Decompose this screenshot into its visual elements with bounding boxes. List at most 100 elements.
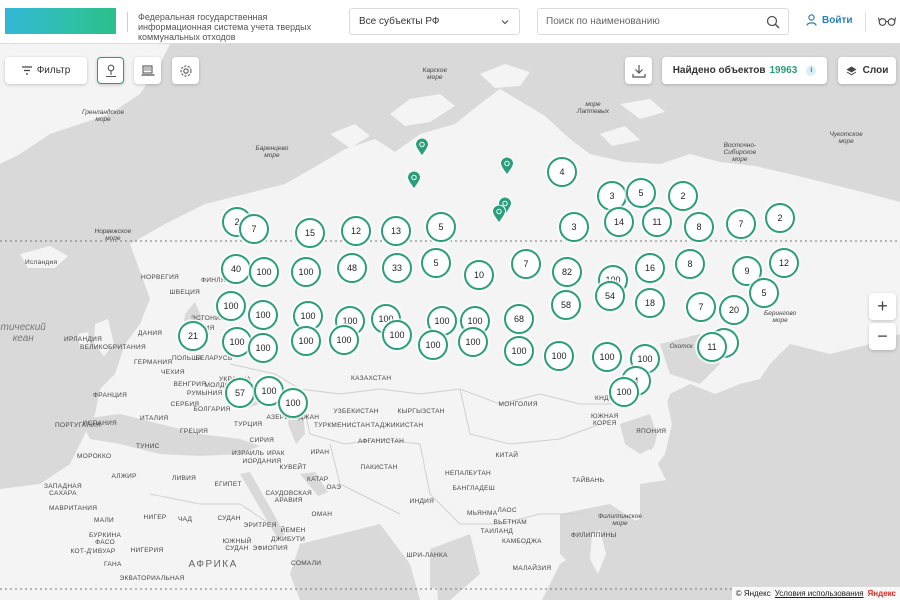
map-label: Исландия <box>25 258 58 266</box>
map-pin-icon[interactable] <box>500 157 514 176</box>
map-label: ИОРДАНИЯ <box>242 457 282 465</box>
object-cluster[interactable]: 57 <box>225 378 255 408</box>
routes-mode-button[interactable] <box>134 57 161 84</box>
object-cluster[interactable]: 40 <box>221 254 251 284</box>
map-label: ЗАПАДНАЯ САХАРА <box>44 483 82 497</box>
info-icon[interactable]: i <box>806 65 817 76</box>
object-cluster[interactable]: 16 <box>635 253 665 283</box>
object-cluster[interactable]: 100 <box>504 336 534 366</box>
map-pin-icon[interactable] <box>492 205 506 224</box>
object-cluster[interactable]: 68 <box>504 304 534 334</box>
object-cluster[interactable]: 4 <box>547 157 577 187</box>
download-button[interactable] <box>625 57 652 84</box>
object-cluster[interactable]: 3 <box>559 212 589 242</box>
objects-mode-button[interactable] <box>97 57 124 84</box>
object-cluster[interactable]: 100 <box>609 377 639 407</box>
search-input[interactable]: Поиск по наименованию <box>537 8 789 35</box>
object-cluster[interactable]: 100 <box>216 291 246 321</box>
terms-link[interactable]: Условия использования <box>775 589 864 598</box>
object-cluster[interactable]: 100 <box>222 327 252 357</box>
object-cluster[interactable]: 2 <box>668 181 698 211</box>
map-label: РУМЫНИЯ <box>187 389 223 397</box>
object-cluster[interactable]: 82 <box>552 257 582 287</box>
map-label: ВЕНГРИЯ <box>173 380 207 388</box>
object-cluster[interactable]: 100 <box>329 325 359 355</box>
map-label: МАЛИ <box>94 516 115 524</box>
map-label: КУВЕЙТ <box>279 463 307 471</box>
map-label: МОРОККО <box>77 452 112 460</box>
object-cluster[interactable]: 11 <box>697 332 727 362</box>
map-label: КАМБОДЖА <box>502 537 542 545</box>
zoom-out-button[interactable]: − <box>869 323 896 350</box>
map-label: море Лаптевых <box>577 101 610 115</box>
object-cluster[interactable]: 5 <box>626 178 656 208</box>
object-cluster[interactable]: 33 <box>382 253 412 283</box>
yandex-logo[interactable]: Яндекс <box>868 589 896 598</box>
object-cluster[interactable]: 14 <box>604 207 634 237</box>
object-cluster[interactable]: 100 <box>291 257 321 287</box>
object-cluster[interactable]: 10 <box>464 260 494 290</box>
object-cluster[interactable]: 11 <box>642 207 672 237</box>
region-select[interactable]: Все субъекты РФ <box>349 8 520 35</box>
object-cluster[interactable]: 54 <box>595 281 625 311</box>
app: Федеральная государственная информационн… <box>0 0 900 600</box>
object-cluster[interactable]: 100 <box>248 333 278 363</box>
map-label: САУДОВСКАЯ АРАВИЯ <box>265 490 313 504</box>
object-cluster[interactable]: 100 <box>248 300 278 330</box>
object-cluster[interactable]: 7 <box>239 214 269 244</box>
object-cluster[interactable]: 100 <box>249 257 279 287</box>
map-label: БУТАН <box>468 469 492 477</box>
object-cluster[interactable]: 100 <box>458 327 488 357</box>
object-cluster[interactable]: 100 <box>418 330 448 360</box>
filter-button[interactable]: Фильтр <box>5 57 87 84</box>
object-cluster[interactable]: 5 <box>426 212 456 242</box>
map-copyright: © Яндекс Условия использования Яндекс <box>731 587 900 600</box>
object-cluster[interactable]: 8 <box>675 249 705 279</box>
map-pin-icon[interactable] <box>407 171 421 190</box>
map-label: ИРАН <box>310 448 330 456</box>
object-cluster[interactable]: 7 <box>726 209 756 239</box>
object-cluster[interactable]: 100 <box>291 326 321 356</box>
map-label: ФРАНЦИЯ <box>93 391 128 399</box>
object-cluster[interactable]: 12 <box>769 248 799 278</box>
map-label: ВЬЕТНАМ <box>493 518 527 526</box>
object-cluster[interactable]: 2 <box>765 203 795 233</box>
object-cluster[interactable]: 48 <box>337 253 367 283</box>
object-cluster[interactable]: 7 <box>686 292 716 322</box>
map-label: ИРАК <box>267 449 285 457</box>
object-cluster[interactable]: 8 <box>684 212 714 242</box>
object-cluster[interactable]: 100 <box>544 341 574 371</box>
map-label: МОНГОЛИЯ <box>498 400 538 408</box>
object-cluster[interactable]: 100 <box>592 342 622 372</box>
settings-button[interactable] <box>172 57 199 84</box>
map-label: КОТ-Д'ИВУАР <box>70 547 116 555</box>
object-cluster[interactable]: 12 <box>341 216 371 246</box>
object-cluster[interactable]: 5 <box>749 278 779 308</box>
object-cluster[interactable]: 18 <box>635 288 665 318</box>
map-area[interactable]: Карское море Гренландское море Баренцево море… <box>0 44 900 600</box>
object-cluster[interactable]: 100 <box>278 388 308 418</box>
login-button[interactable]: Войти <box>806 14 853 26</box>
object-cluster[interactable]: 15 <box>295 218 325 248</box>
layers-button[interactable]: Слои <box>838 57 896 84</box>
object-cluster[interactable]: 13 <box>381 216 411 246</box>
map-label: БАНГЛАДЕШ <box>452 484 496 492</box>
object-cluster[interactable]: 100 <box>382 320 412 350</box>
object-cluster[interactable]: 21 <box>178 321 208 351</box>
map-label: ИРЛАНДИЯ <box>64 335 103 343</box>
map-label: ЧАД <box>178 515 193 523</box>
search-icon[interactable] <box>766 15 780 29</box>
object-cluster[interactable]: 7 <box>511 249 541 279</box>
map-label: Охотск <box>669 342 693 350</box>
zoom-in-button[interactable]: + <box>869 293 896 320</box>
glasses-icon[interactable] <box>878 15 896 27</box>
map-pin-icon[interactable] <box>415 138 429 157</box>
layers-icon <box>846 66 857 75</box>
site-logo[interactable] <box>5 8 116 34</box>
header-divider <box>865 12 866 32</box>
object-cluster[interactable]: 20 <box>719 295 749 325</box>
object-cluster[interactable]: 58 <box>551 290 581 320</box>
map-label: НИГЕР <box>143 513 167 521</box>
object-cluster[interactable]: 5 <box>421 248 451 278</box>
map-label: ПАКИСТАН <box>360 463 398 471</box>
